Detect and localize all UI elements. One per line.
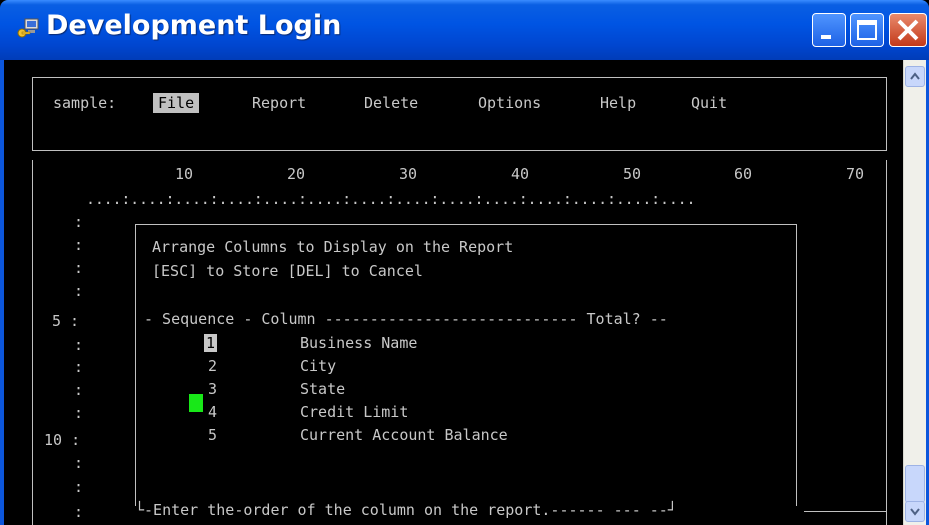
window-title: Development Login [46,10,342,41]
dialog-instruction: Arrange Columns to Display on the Report [152,238,514,256]
menu-box-bottom [32,150,887,151]
column-name: Business Name [300,334,418,352]
maximize-button[interactable] [850,13,884,47]
terminal-window: Development Login sample: File Report De… [0,0,929,525]
gutter-mark: : [74,259,84,277]
gutter-mark: : [74,503,84,521]
gutter-mark: : [74,358,84,376]
ruler-num: 30 [399,165,418,183]
ruler-num: 60 [734,165,753,183]
column-name: Credit Limit [300,403,409,421]
gutter-mark: : [74,404,84,422]
gutter-mark: : [74,381,84,399]
scroll-up-button[interactable] [905,66,925,87]
menu-delete[interactable]: Delete [364,94,418,112]
sequence-input[interactable]: 5 [208,426,217,444]
menu-box-right [886,77,887,151]
dialog-border-top [135,224,797,225]
title-bar[interactable]: Development Login [0,0,929,60]
gutter-mark: : [74,236,84,254]
close-button[interactable] [889,13,927,47]
ruler-num: 20 [287,165,306,183]
editor-border-left [32,160,33,525]
gutter-line-10: 10 : [44,431,81,449]
column-name: State [300,380,346,398]
gutter-mark: : [74,282,84,300]
dialog-border-left [135,224,136,506]
scroll-thumb[interactable] [905,465,925,503]
gutter-mark: : [74,336,84,354]
sequence-input[interactable]: 2 [208,357,217,375]
gutter-mark: : [74,478,84,496]
dialog-status-line: └-Enter the-order of the column on the r… [135,501,677,519]
dialog-column-header: - Sequence - Column --------------------… [144,310,668,328]
ruler-num: 10 [175,165,194,183]
sequence-input[interactable]: 4 [208,403,217,421]
terminal-screen[interactable]: sample: File Report Delete Options Help … [4,60,903,525]
gutter-mark: : [74,454,84,472]
sequence-input[interactable]: 3 [208,380,217,398]
gutter-mark: : [74,213,84,231]
menu-box-top [32,77,887,78]
ruler-num: 70 [846,165,865,183]
scroll-down-button[interactable] [905,501,925,522]
vertical-scrollbar[interactable] [903,60,926,525]
menu-help[interactable]: Help [600,94,636,112]
menu-file[interactable]: File [153,93,200,113]
ruler-ticks: ....:....:....:....:....:....:....:....:… [86,190,696,208]
column-name: Current Account Balance [300,426,508,444]
gutter-line-5: 5 : [52,312,80,330]
menu-quit[interactable]: Quit [691,94,727,112]
sequence-input-1[interactable]: 1 [204,334,218,352]
dialog-border-right [796,224,797,506]
menu-options[interactable]: Options [478,94,541,112]
ruler-num: 40 [511,165,530,183]
column-name: City [300,357,337,375]
editor-bottom-line [804,511,886,512]
dialog-keys-hint: [ESC] to Store [DEL] to Cancel [152,262,423,280]
text-cursor [189,394,203,412]
menu-box-left [32,77,33,151]
menu-report[interactable]: Report [252,94,306,112]
editor-border-right [886,160,887,525]
key-computer-icon[interactable] [16,16,40,40]
minimize-button[interactable] [812,13,846,47]
menu-prefix: sample: [53,94,117,112]
ruler-num: 50 [623,165,642,183]
